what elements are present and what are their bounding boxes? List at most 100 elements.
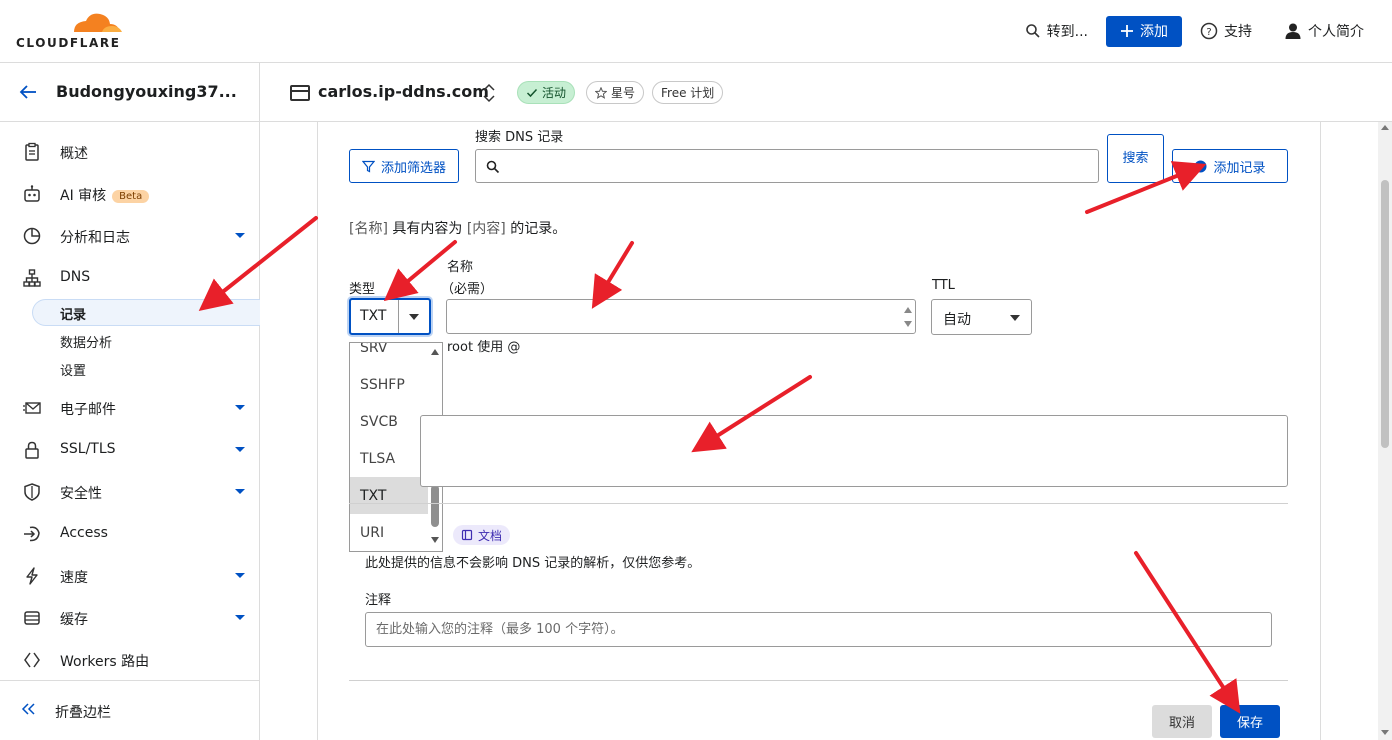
profile-button[interactable]: 个人简介: [1284, 21, 1364, 41]
search-icon: [1025, 24, 1040, 38]
divider: [349, 503, 1288, 504]
cancel-button[interactable]: 取消: [1152, 705, 1212, 738]
scroll-up-icon[interactable]: [1381, 125, 1389, 130]
search-icon: [486, 160, 500, 174]
zone-name: carlos.ip-ddns.com: [318, 82, 489, 101]
sidebar-item-speed[interactable]: 速度: [0, 560, 259, 592]
browser-window-icon: [290, 85, 310, 101]
name-input[interactable]: [447, 300, 915, 333]
sidebar-item-overview[interactable]: 概述: [0, 136, 259, 168]
content-textarea[interactable]: [420, 415, 1288, 487]
sidebar-subitem-records[interactable]: 记录: [60, 304, 86, 323]
support-button[interactable]: ? 支持: [1200, 21, 1252, 41]
status-badge: 活动: [517, 81, 576, 104]
support-label: 支持: [1224, 24, 1252, 40]
sidebar-item-access[interactable]: Access: [0, 518, 259, 550]
name-hint: root 使用 @: [447, 340, 521, 355]
chevron-down-icon[interactable]: [235, 405, 245, 410]
bolt-icon: [26, 567, 38, 585]
document-icon: [25, 142, 39, 161]
plus-icon: [1121, 25, 1133, 37]
type-option-txt[interactable]: TXT: [350, 477, 428, 514]
ai-audit-label: AI 审核: [60, 188, 107, 204]
add-filter-button[interactable]: 添加筛选器: [349, 149, 459, 183]
type-option-srv[interactable]: SRV: [350, 343, 428, 366]
spin-down-icon[interactable]: [904, 321, 912, 327]
type-option-svcb[interactable]: SVCB: [350, 403, 428, 440]
account-name: Budongyouxing37...: [56, 82, 237, 101]
add-label: 添加: [1140, 24, 1168, 40]
scroll-down-icon[interactable]: [431, 537, 439, 543]
name-label: 名称: [447, 260, 474, 275]
ttl-select[interactable]: 自动: [931, 299, 1032, 335]
workers-icon: [24, 652, 40, 668]
sidebar-label: Workers 路由: [60, 654, 150, 670]
comment-label: 注释: [365, 593, 392, 608]
sidebar-item-security[interactable]: 安全性: [0, 476, 259, 508]
back-arrow-icon[interactable]: [18, 82, 38, 102]
chevron-down-icon[interactable]: [235, 489, 245, 494]
type-select[interactable]: TXT: [349, 298, 431, 335]
caret-down-icon: [409, 314, 419, 320]
access-icon: [24, 526, 40, 542]
sidebar-item-ai-audit[interactable]: AI 审核 Beta: [0, 178, 259, 210]
zone-switcher-icon[interactable]: [482, 83, 496, 103]
zone-bar: carlos.ip-ddns.com 活动 星号 Free 计划: [260, 63, 1392, 122]
hint-name-token: [名称]: [349, 221, 388, 237]
check-icon: [526, 88, 538, 97]
sidebar-item-workers-routes[interactable]: Workers 路由: [0, 644, 259, 676]
filter-icon: [361, 160, 375, 172]
select-divider: [398, 300, 399, 333]
comment-input[interactable]: [366, 613, 1271, 646]
type-option-tlsa[interactable]: TLSA: [350, 440, 428, 477]
sidebar-item-analytics[interactable]: 分析和日志: [0, 220, 259, 252]
scroll-up-icon[interactable]: [431, 349, 439, 355]
comment-input-box: [365, 612, 1272, 647]
star-button[interactable]: 星号: [586, 81, 645, 104]
search-label: 搜索 DNS 记录: [475, 130, 564, 145]
help-icon: ?: [1200, 22, 1218, 40]
plan-label: Free 计划: [661, 86, 715, 100]
page-scroll-thumb[interactable]: [1381, 180, 1389, 448]
page-scrollbar[interactable]: [1378, 122, 1392, 740]
ttl-value: 自动: [943, 312, 971, 328]
plus-circle-icon: [1194, 160, 1207, 172]
collapse-sidebar-button[interactable]: 折叠边栏: [0, 680, 259, 740]
scroll-down-icon[interactable]: [1381, 730, 1389, 735]
chevron-down-icon[interactable]: [235, 615, 245, 620]
add-filter-label: 添加筛选器: [380, 160, 446, 176]
sidebar-label: 分析和日志: [60, 230, 130, 246]
save-button[interactable]: 保存: [1220, 705, 1280, 738]
chevron-down-icon[interactable]: [235, 233, 245, 238]
type-option-uri[interactable]: URI: [350, 514, 428, 551]
sidebar-label: 概述: [60, 146, 88, 162]
dropdown-scroll-thumb[interactable]: [431, 485, 439, 527]
type-option-sshfp[interactable]: SSHFP: [350, 366, 428, 403]
cache-icon: [24, 611, 40, 625]
docs-label: 文档: [478, 528, 503, 543]
cloudflare-logo[interactable]: CLOUDFLARE: [16, 10, 126, 50]
double-chevron-left-icon: [21, 703, 35, 715]
sidebar-subitem-analytics[interactable]: 数据分析: [60, 332, 112, 351]
search-input[interactable]: [476, 150, 1098, 182]
docs-link[interactable]: 文档: [453, 525, 511, 545]
spin-up-icon[interactable]: [904, 307, 912, 313]
status-label: 活动: [542, 86, 567, 100]
sidebar-item-cache[interactable]: 缓存: [0, 602, 259, 634]
chevron-down-icon[interactable]: [235, 447, 245, 452]
goto-button[interactable]: 转到...: [1025, 21, 1088, 41]
sidebar-label: SSL/TLS: [60, 441, 116, 457]
sidebar-label: 缓存: [60, 612, 88, 628]
sidebar-item-email[interactable]: 电子邮件: [0, 392, 259, 424]
sidebar-item-dns[interactable]: DNS: [0, 262, 259, 294]
name-input-box: [446, 299, 916, 334]
sidebar-subitem-settings[interactable]: 设置: [60, 360, 86, 379]
add-button[interactable]: 添加: [1106, 15, 1182, 47]
sidebar-label: DNS: [60, 269, 91, 285]
chevron-down-icon[interactable]: [235, 573, 245, 578]
search-button[interactable]: 搜索: [1107, 134, 1164, 183]
add-record-button[interactable]: 添加记录: [1172, 149, 1288, 183]
collapse-label: 折叠边栏: [55, 705, 111, 721]
sidebar-item-ssl[interactable]: SSL/TLS: [0, 434, 259, 466]
plan-badge[interactable]: Free 计划: [652, 81, 724, 104]
